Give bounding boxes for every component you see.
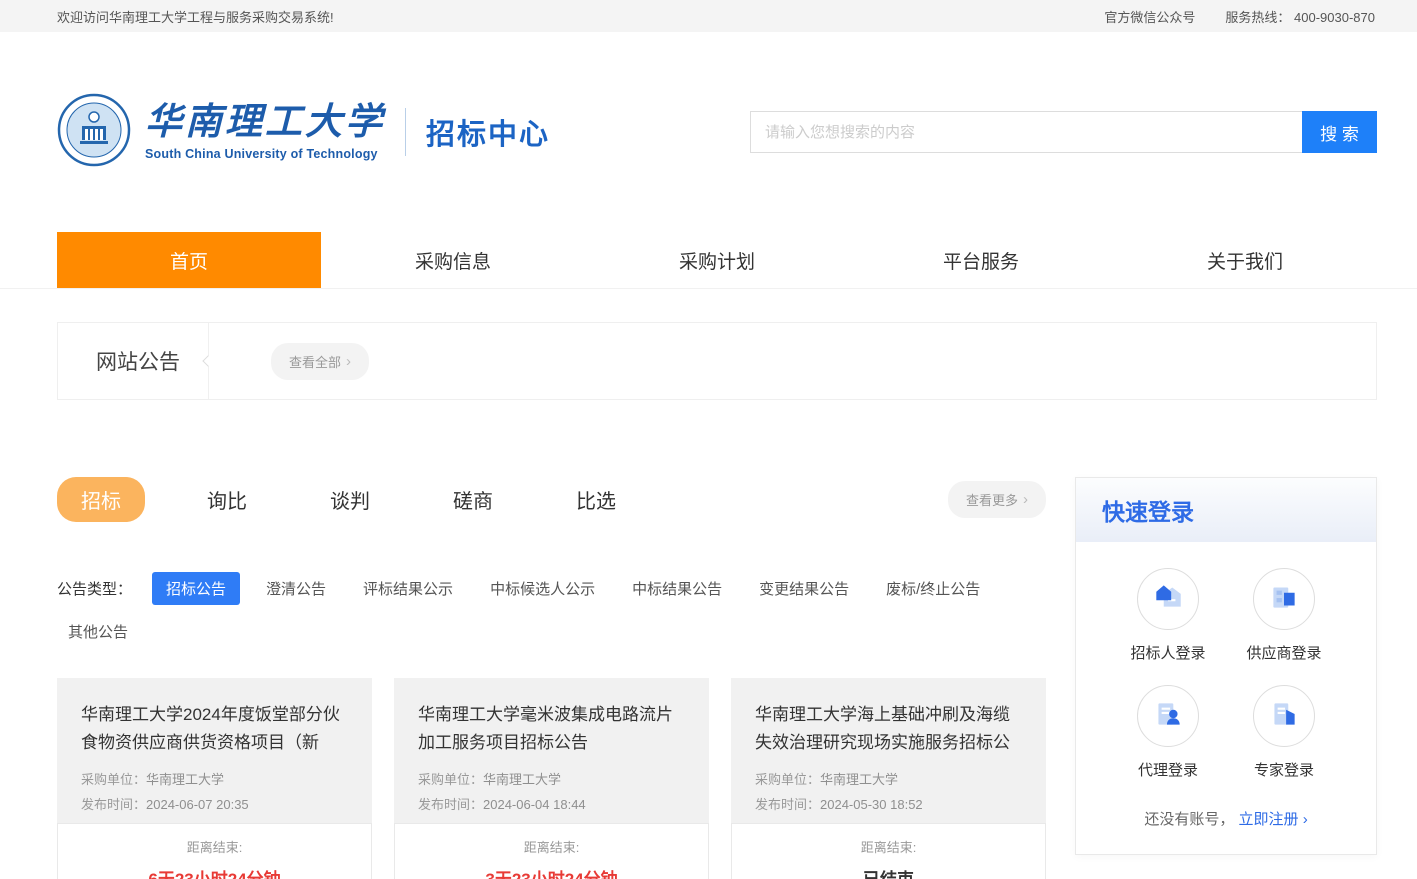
countdown-label: 距离结束: [395,837,708,856]
tab-consultation[interactable]: 磋商 [453,477,493,522]
hotline-label: 服务热线： [1225,10,1290,25]
filter-candidate-publicity[interactable]: 中标候选人公示 [490,578,595,599]
countdown-value: 已结束 [732,865,1045,879]
login-expert[interactable]: 专家登录 [1253,685,1315,780]
card-publish-time: 发布时间：2024-05-30 18:52 [755,793,1022,818]
nav-item-procurement-info[interactable]: 采购信息 [321,232,585,288]
login-bidder[interactable]: 招标人登录 [1130,568,1205,663]
search-button[interactable]: 搜 索 [1302,111,1377,153]
countdown-label: 距离结束: [58,837,371,856]
chevron-right-icon: › [346,354,351,369]
topbar: 欢迎访问华南理工大学工程与服务采购交易系统! 官方微信公众号 服务热线： 400… [0,0,1417,32]
tab-comparison[interactable]: 比选 [576,477,616,522]
logo-divider [405,108,406,156]
search-bar: 搜 索 [750,111,1377,153]
search-input[interactable] [750,111,1302,153]
nav-item-home[interactable]: 首页 [57,232,321,288]
countdown-value: 3天23小时24分钟 [395,865,708,879]
card-title[interactable]: 华南理工大学海上基础冲刷及海缆失效治理研究现场实施服务招标公告 [755,701,1022,757]
site-notice-box: 网站公告 查看全部 › [57,322,1377,400]
announcement-type-filters: 公告类型： 招标公告 澄清公告 评标结果公示 中标候选人公示 中标结果公告 变更… [57,572,1046,642]
view-more-button[interactable]: 查看更多 › [948,481,1046,518]
category-tabs: 招标 询比 谈判 磋商 比选 查看更多 › [57,477,1046,522]
welcome-text: 欢迎访问华南理工大学工程与服务采购交易系统! [57,7,334,26]
logo[interactable]: 华南理工大学 South China University of Technol… [57,93,550,172]
countdown-value: 6天23小时24分钟 [58,865,371,879]
tab-bidding[interactable]: 招标 [57,477,145,522]
quick-login-panel: 快速登录 招标人登录 [1075,477,1377,855]
countdown-label: 距离结束: [732,837,1045,856]
filter-change-result[interactable]: 变更结果公告 [759,578,849,599]
university-name-en: South China University of Technology [145,147,385,161]
filter-cancelled[interactable]: 废标/终止公告 [886,578,980,599]
nav-item-procurement-plan[interactable]: 采购计划 [585,232,849,288]
filter-label: 公告类型： [57,578,132,599]
notice-divider [208,323,209,399]
hotline-number: 400-9030-870 [1294,10,1375,25]
card-publish-time: 发布时间：2024-06-04 18:44 [418,793,685,818]
no-account-text: 还没有账号， [1144,811,1234,828]
filter-other[interactable]: 其他公告 [68,621,128,642]
view-all-button[interactable]: 查看全部 › [271,343,369,380]
main-nav: 首页 采购信息 采购计划 平台服务 关于我们 [0,232,1417,289]
card-countdown: 距离结束: 6天23小时24分钟 [57,823,372,879]
site-name: 招标中心 [426,111,550,153]
card-purchaser: 采购单位：华南理工大学 [81,768,348,793]
tab-negotiation[interactable]: 谈判 [330,477,370,522]
card-publish-time: 发布时间：2024-06-07 20:35 [81,793,348,818]
bidder-house-icon [1151,580,1185,619]
announcement-card[interactable]: 华南理工大学2024年度饭堂部分伙食物资供应商供货资格项目（新鲜... 采购单位… [57,678,372,879]
announcement-card[interactable]: 华南理工大学毫米波集成电路流片加工服务项目招标公告 采购单位：华南理工大学 发布… [394,678,709,879]
header: 华南理工大学 South China University of Technol… [0,32,1417,232]
card-countdown: 距离结束: 已结束 [731,823,1046,879]
hotline: 服务热线： 400-9030-870 [1225,7,1375,26]
chevron-right-icon: › [1303,811,1308,828]
expert-building-icon [1267,697,1301,736]
announcement-cards: 华南理工大学2024年度饭堂部分伙食物资供应商供货资格项目（新鲜... 采购单位… [57,678,1046,879]
announcement-card[interactable]: 华南理工大学海上基础冲刷及海缆失效治理研究现场实施服务招标公告 采购单位：华南理… [731,678,1046,879]
card-purchaser: 采购单位：华南理工大学 [755,768,1022,793]
filter-award-result[interactable]: 中标结果公告 [632,578,722,599]
login-supplier[interactable]: 供应商登录 [1246,568,1321,663]
chevron-right-icon: › [1023,492,1028,507]
agent-person-icon [1151,697,1185,736]
filter-evaluation-result[interactable]: 评标结果公示 [363,578,453,599]
card-title[interactable]: 华南理工大学2024年度饭堂部分伙食物资供应商供货资格项目（新鲜... [81,701,348,757]
filter-bid-announcement[interactable]: 招标公告 [152,572,240,605]
login-agent[interactable]: 代理登录 [1137,685,1199,780]
card-countdown: 距离结束: 3天23小时24分钟 [394,823,709,879]
university-emblem-icon [57,93,131,172]
supplier-boxes-icon [1267,580,1301,619]
quick-login-header: 快速登录 [1076,478,1376,542]
nav-item-platform-service[interactable]: 平台服务 [849,232,1113,288]
notice-title: 网站公告 [96,346,180,376]
filter-clarification[interactable]: 澄清公告 [266,578,326,599]
nav-item-about-us[interactable]: 关于我们 [1113,232,1377,288]
quick-login-title: 快速登录 [1102,493,1194,527]
university-name-cn: 华南理工大学 [145,103,385,140]
card-title[interactable]: 华南理工大学毫米波集成电路流片加工服务项目招标公告 [418,701,685,757]
tab-inquiry[interactable]: 询比 [207,477,247,522]
card-purchaser: 采购单位：华南理工大学 [418,768,685,793]
register-link[interactable]: 立即注册 › [1239,811,1308,828]
wechat-link[interactable]: 官方微信公众号 [1104,7,1195,26]
